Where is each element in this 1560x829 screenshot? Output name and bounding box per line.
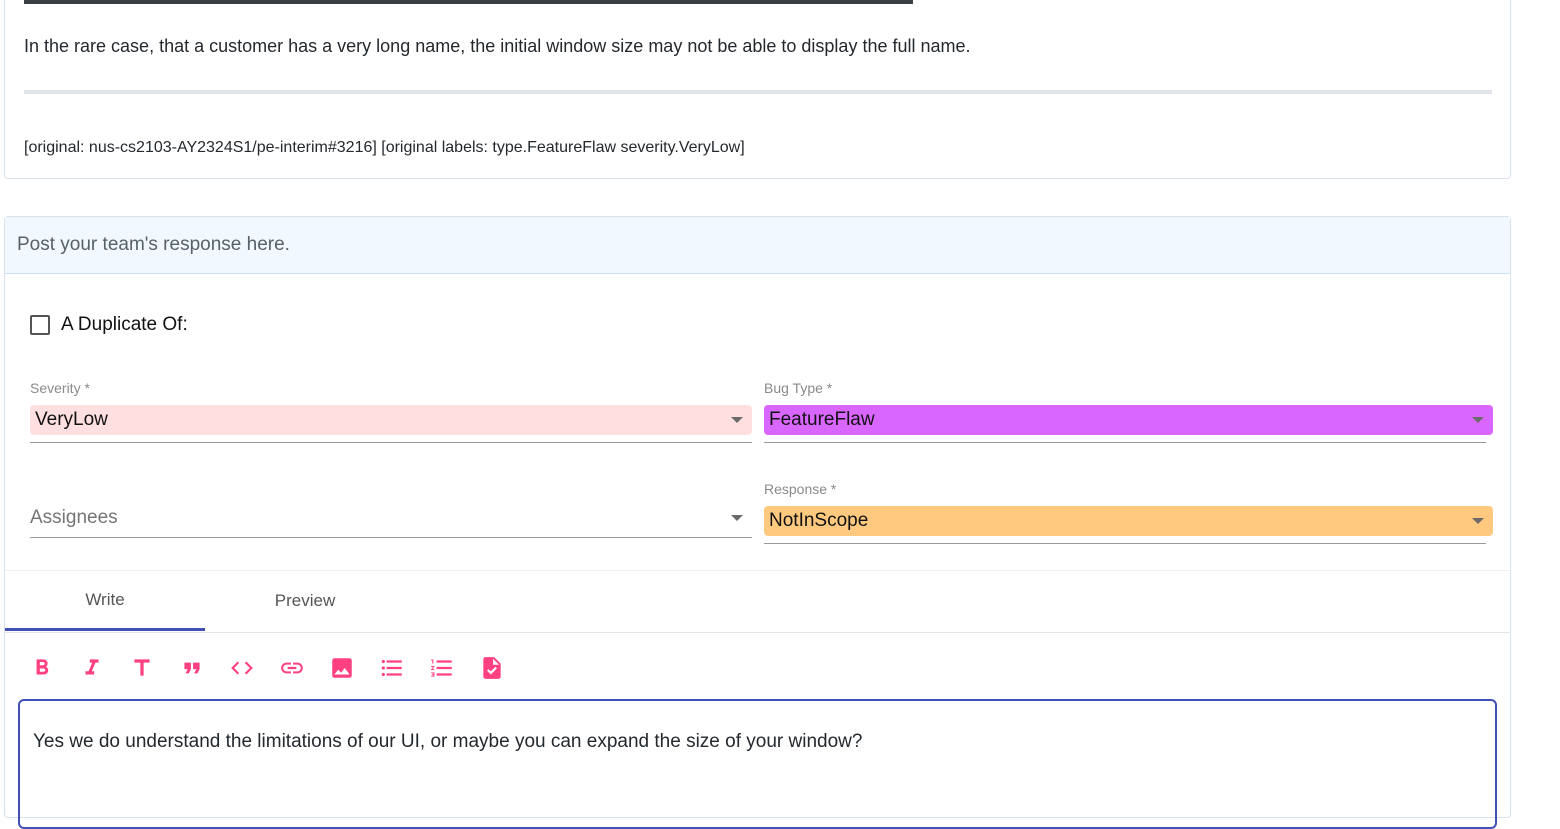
response-type-value: NotInScope [769, 510, 869, 531]
duplicate-row[interactable]: A Duplicate Of: [30, 314, 188, 336]
response-type-underline [764, 543, 1486, 544]
original-labels-note: [original: nus-cs2103-AY2324S1/pe-interi… [24, 139, 745, 156]
bug-type-field: Bug Type * FeatureFlaw [764, 380, 1493, 443]
editor-text[interactable]: Yes we do understand the limitations of … [33, 731, 862, 753]
editor-tabs: Write Preview [5, 570, 1510, 633]
code-icon[interactable] [229, 655, 255, 681]
link-icon[interactable] [279, 655, 305, 681]
response-card: Post your team's response here. A Duplic… [4, 216, 1511, 829]
task-list-icon[interactable] [479, 655, 505, 681]
bulleted-list-icon[interactable] [379, 655, 405, 681]
assignees-field: Assignees [30, 503, 752, 538]
numbered-list-icon[interactable] [429, 655, 455, 681]
heading-icon[interactable] [129, 655, 155, 681]
tab-preview-label: Preview [274, 591, 336, 610]
italic-icon[interactable] [79, 655, 105, 681]
bug-type-underline [764, 442, 1486, 443]
screenshot-image [24, 0, 913, 4]
duplicate-checkbox[interactable] [30, 315, 50, 335]
markdown-toolbar [29, 655, 529, 681]
quote-icon[interactable] [179, 655, 205, 681]
bold-icon[interactable] [29, 655, 55, 681]
response-header: Post your team's response here. [5, 217, 1510, 274]
issue-card: In the rare case, that a customer has a … [4, 0, 1511, 179]
response-type-field: Response * NotInScope [764, 481, 1493, 544]
bug-type-value: FeatureFlaw [769, 409, 875, 430]
severity-underline [30, 442, 752, 443]
dropdown-arrow-icon [1472, 518, 1484, 524]
assignees-placeholder: Assignees [30, 507, 118, 528]
assignees-select[interactable]: Assignees [30, 503, 752, 533]
dropdown-arrow-icon [731, 417, 743, 423]
severity-label: Severity * [30, 380, 90, 396]
tab-preview[interactable]: Preview [205, 571, 405, 631]
response-header-text: Post your team's response here. [17, 234, 290, 255]
response-type-label: Response * [764, 481, 837, 497]
severity-value: VeryLow [35, 409, 108, 430]
assignees-underline [30, 537, 752, 538]
tab-write-label: Write [85, 589, 125, 609]
dropdown-arrow-icon [731, 515, 743, 521]
bug-type-label: Bug Type * [764, 380, 833, 396]
tab-write[interactable]: Write [5, 571, 205, 631]
divider [24, 90, 1492, 94]
duplicate-label: A Duplicate Of: [61, 314, 188, 335]
bug-type-select[interactable]: FeatureFlaw [764, 405, 1493, 435]
response-type-select[interactable]: NotInScope [764, 506, 1493, 536]
severity-select[interactable]: VeryLow [30, 405, 752, 435]
response-editor[interactable]: Yes we do understand the limitations of … [18, 699, 1497, 829]
severity-field: Severity * VeryLow [30, 380, 752, 443]
image-icon[interactable] [329, 655, 355, 681]
dropdown-arrow-icon [1472, 417, 1484, 423]
issue-body-text: In the rare case, that a customer has a … [24, 36, 971, 56]
